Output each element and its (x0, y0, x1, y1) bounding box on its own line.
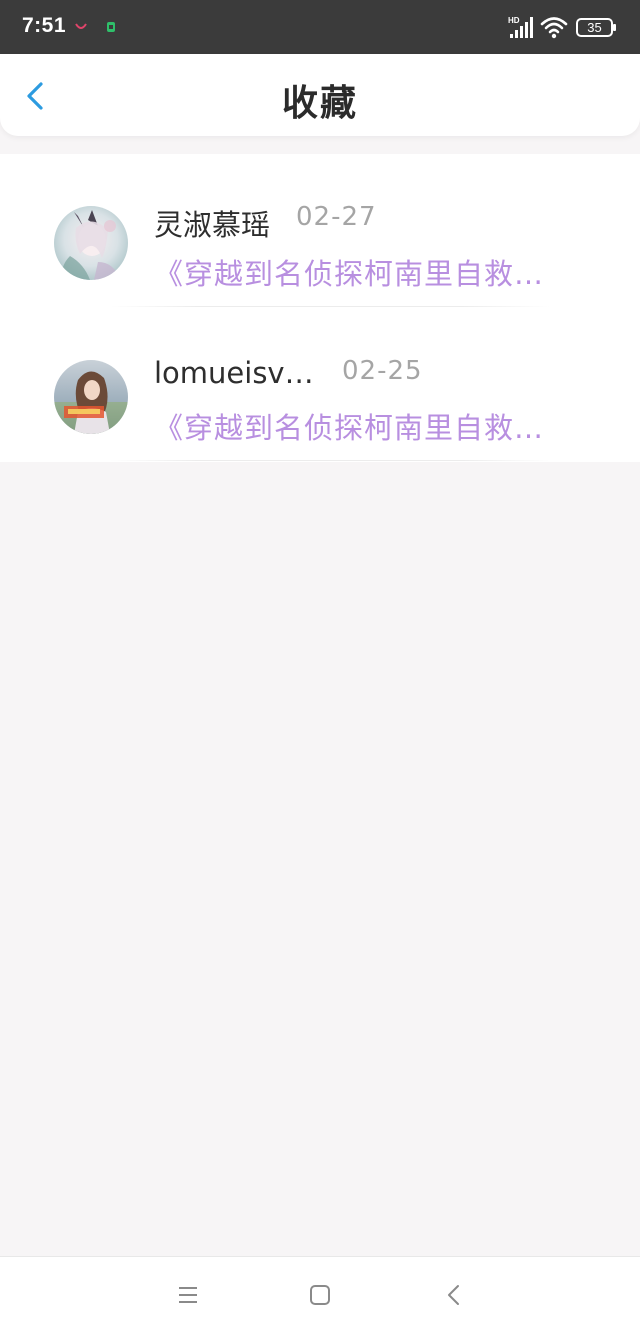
nav-back-button[interactable] (440, 1281, 468, 1309)
menu-button[interactable] (174, 1281, 202, 1309)
divider (110, 460, 550, 461)
network-type: HD (508, 16, 520, 25)
chevron-left-icon (448, 1285, 459, 1305)
notification-icon (75, 23, 87, 29)
user-name: lomueisv… (154, 356, 314, 390)
menu-icon (179, 1287, 197, 1303)
battery-icon: 35 (576, 14, 618, 40)
status-bar: 7:51 HD 35 (0, 0, 640, 54)
user-name: 灵淑慕瑶 (154, 208, 271, 242)
signal-icon: HD (508, 16, 533, 38)
battery-level: 35 (587, 20, 601, 35)
divider (110, 306, 550, 307)
wifi-icon (540, 17, 568, 39)
header: 收藏 (0, 54, 640, 136)
favorites-list: 灵淑慕瑶 02-27 《穿越到名侦探柯南里自救… lomueisv… 02-25… (0, 154, 640, 462)
item-link[interactable]: 《穿越到名侦探柯南里自救… (154, 405, 564, 447)
list-item[interactable]: 灵淑慕瑶 02-27 《穿越到名侦探柯南里自救… (0, 154, 640, 308)
page-title: 收藏 (281, 83, 358, 124)
status-time: 7:51 (22, 14, 67, 37)
item-date: 02-27 (296, 202, 377, 232)
avatar (54, 360, 128, 434)
list-item[interactable]: lomueisv… 02-25 《穿越到名侦探柯南里自救… (0, 308, 640, 462)
avatar (54, 206, 128, 280)
item-date: 02-25 (342, 356, 423, 386)
system-nav-bar (0, 1256, 640, 1333)
item-link[interactable]: 《穿越到名侦探柯南里自救… (154, 251, 564, 293)
home-button[interactable] (306, 1281, 334, 1309)
square-icon (310, 1285, 330, 1305)
app-notification-icon (107, 22, 115, 32)
